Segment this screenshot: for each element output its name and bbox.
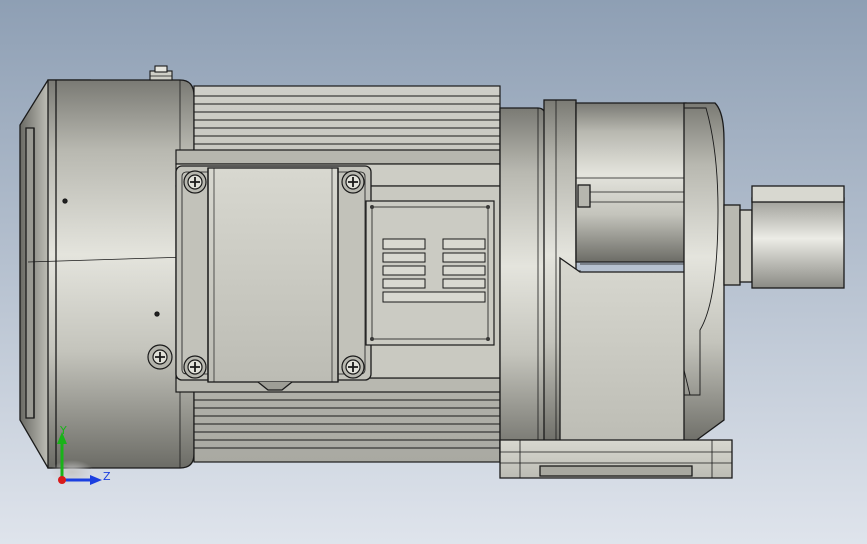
x-axis-origin xyxy=(58,476,66,484)
terminal-box-screw-tl xyxy=(183,170,207,194)
z-axis-label: Z xyxy=(103,470,111,483)
terminal-box-screw-bl xyxy=(183,355,207,379)
nameplate[interactable] xyxy=(365,200,495,346)
terminal-box-screw-tr xyxy=(341,170,365,194)
cad-viewport[interactable]: Y Z xyxy=(0,0,867,544)
ground-screw xyxy=(147,344,173,370)
gear-motor-model: Y Z xyxy=(0,0,867,544)
gearbox-housing[interactable] xyxy=(543,99,725,446)
terminal-box[interactable] xyxy=(175,165,372,391)
y-axis-label: Y xyxy=(59,424,67,437)
terminal-box-screw-br xyxy=(341,355,365,379)
fan-cover[interactable] xyxy=(19,79,195,469)
motor-flange[interactable] xyxy=(499,107,547,461)
mounting-foot[interactable] xyxy=(499,439,733,479)
